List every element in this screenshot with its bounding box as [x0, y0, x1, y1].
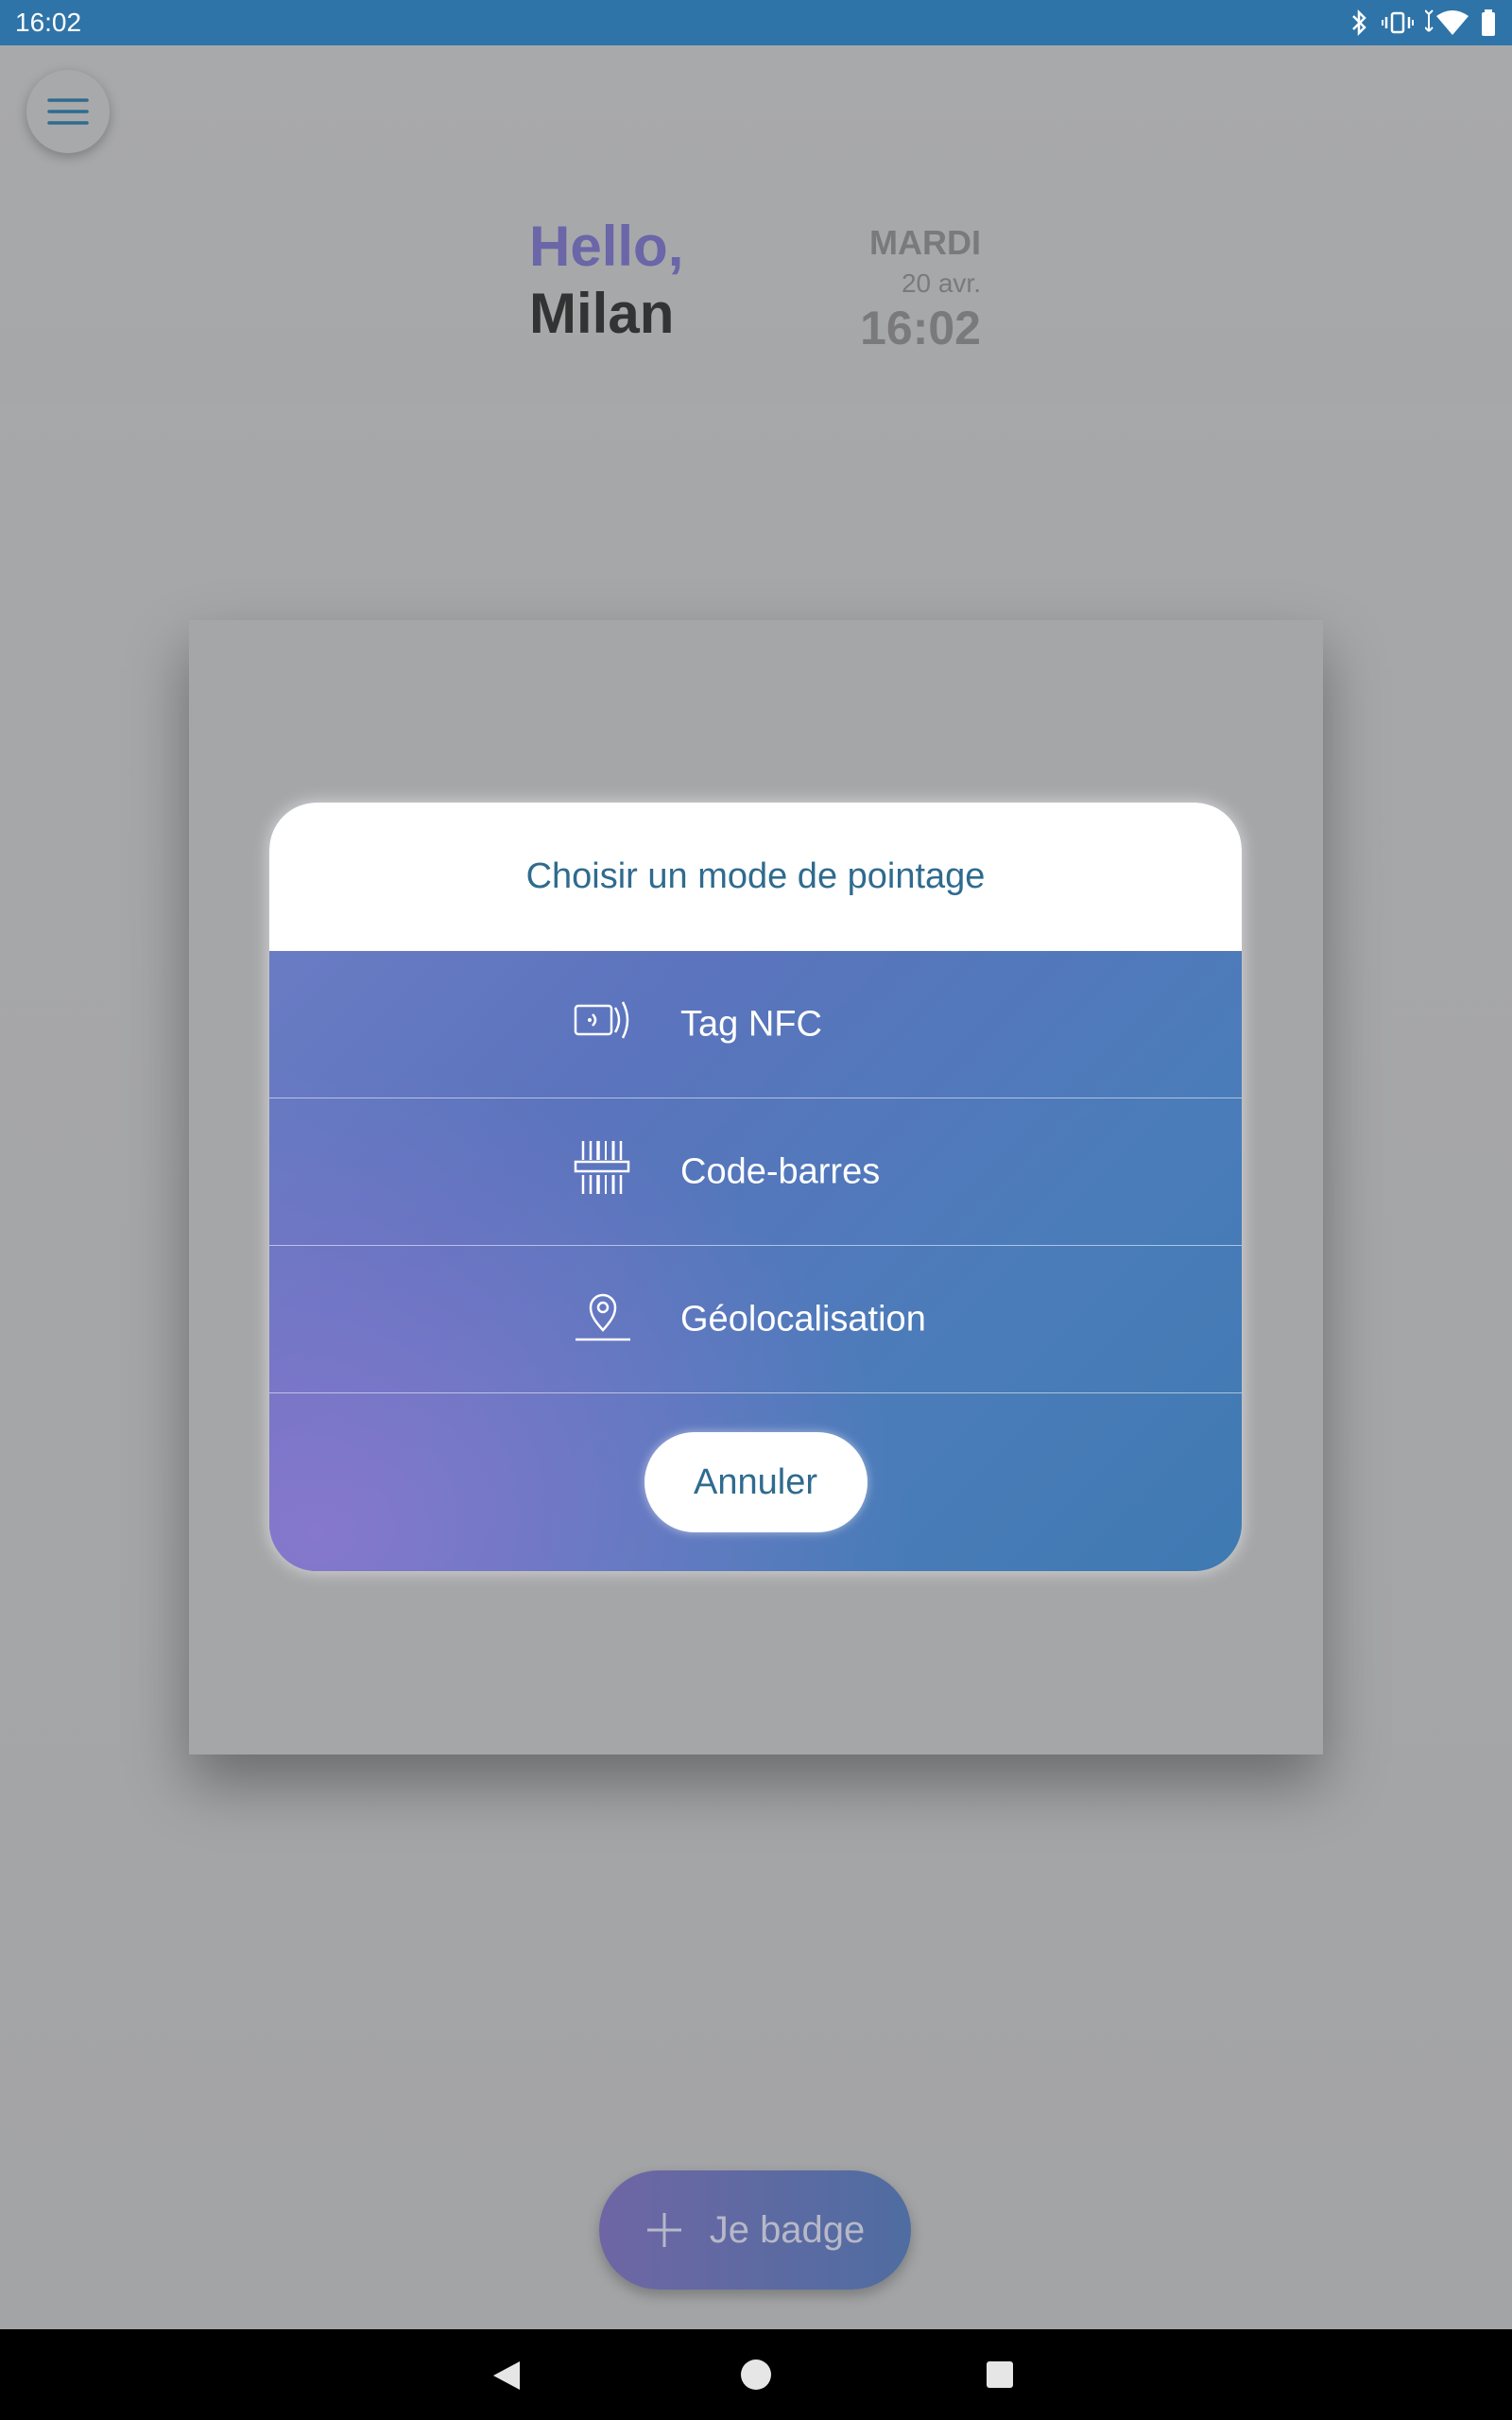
- cancel-button[interactable]: Annuler: [644, 1432, 868, 1532]
- option-label: Tag NFC: [680, 1004, 822, 1044]
- menu-button[interactable]: [26, 70, 110, 153]
- status-icons: [1349, 9, 1497, 37]
- wifi-icon: [1425, 9, 1469, 35]
- hamburger-menu-icon: [47, 98, 89, 125]
- home-icon[interactable]: [741, 2360, 771, 2390]
- option-nfc[interactable]: Tag NFC: [269, 951, 1242, 1098]
- recents-icon[interactable]: [987, 2361, 1013, 2388]
- plus-icon: [646, 2213, 681, 2247]
- date-block: MARDI 20 avr. 16:02: [860, 223, 981, 355]
- pointing-mode-dialog: Choisir un mode de pointage Tag NFC Code…: [269, 803, 1242, 1571]
- bluetooth-icon: [1352, 9, 1366, 37]
- battery-icon: [1482, 9, 1495, 36]
- location-pin-icon: [574, 1287, 632, 1353]
- user-name: Milan: [529, 282, 675, 345]
- option-label: Géolocalisation: [680, 1299, 926, 1339]
- date-text: 20 avr.: [901, 268, 981, 298]
- badge-button[interactable]: Je badge: [599, 2170, 911, 2290]
- greeting-hello: Hello,: [529, 215, 684, 278]
- day-name: MARDI: [869, 223, 981, 262]
- nfc-icon: [574, 998, 632, 1051]
- barcode-icon: [574, 1139, 632, 1205]
- vibrate-icon: [1382, 11, 1414, 34]
- status-bar: 16:02: [0, 0, 1512, 45]
- clock-time: 16:02: [860, 302, 981, 354]
- status-time: 16:02: [15, 8, 82, 37]
- header-area: [0, 45, 1512, 405]
- cancel-row: Annuler: [269, 1393, 1242, 1571]
- option-label: Code-barres: [680, 1151, 881, 1191]
- badge-button-label: Je badge: [709, 2208, 866, 2251]
- navigation-bar: [0, 2329, 1512, 2420]
- option-barcode[interactable]: Code-barres: [269, 1098, 1242, 1246]
- dialog-title: Choisir un mode de pointage: [269, 803, 1242, 951]
- back-icon[interactable]: [491, 2360, 522, 2392]
- option-geolocation[interactable]: Géolocalisation: [269, 1246, 1242, 1393]
- greeting: Hello, Milan: [529, 216, 683, 349]
